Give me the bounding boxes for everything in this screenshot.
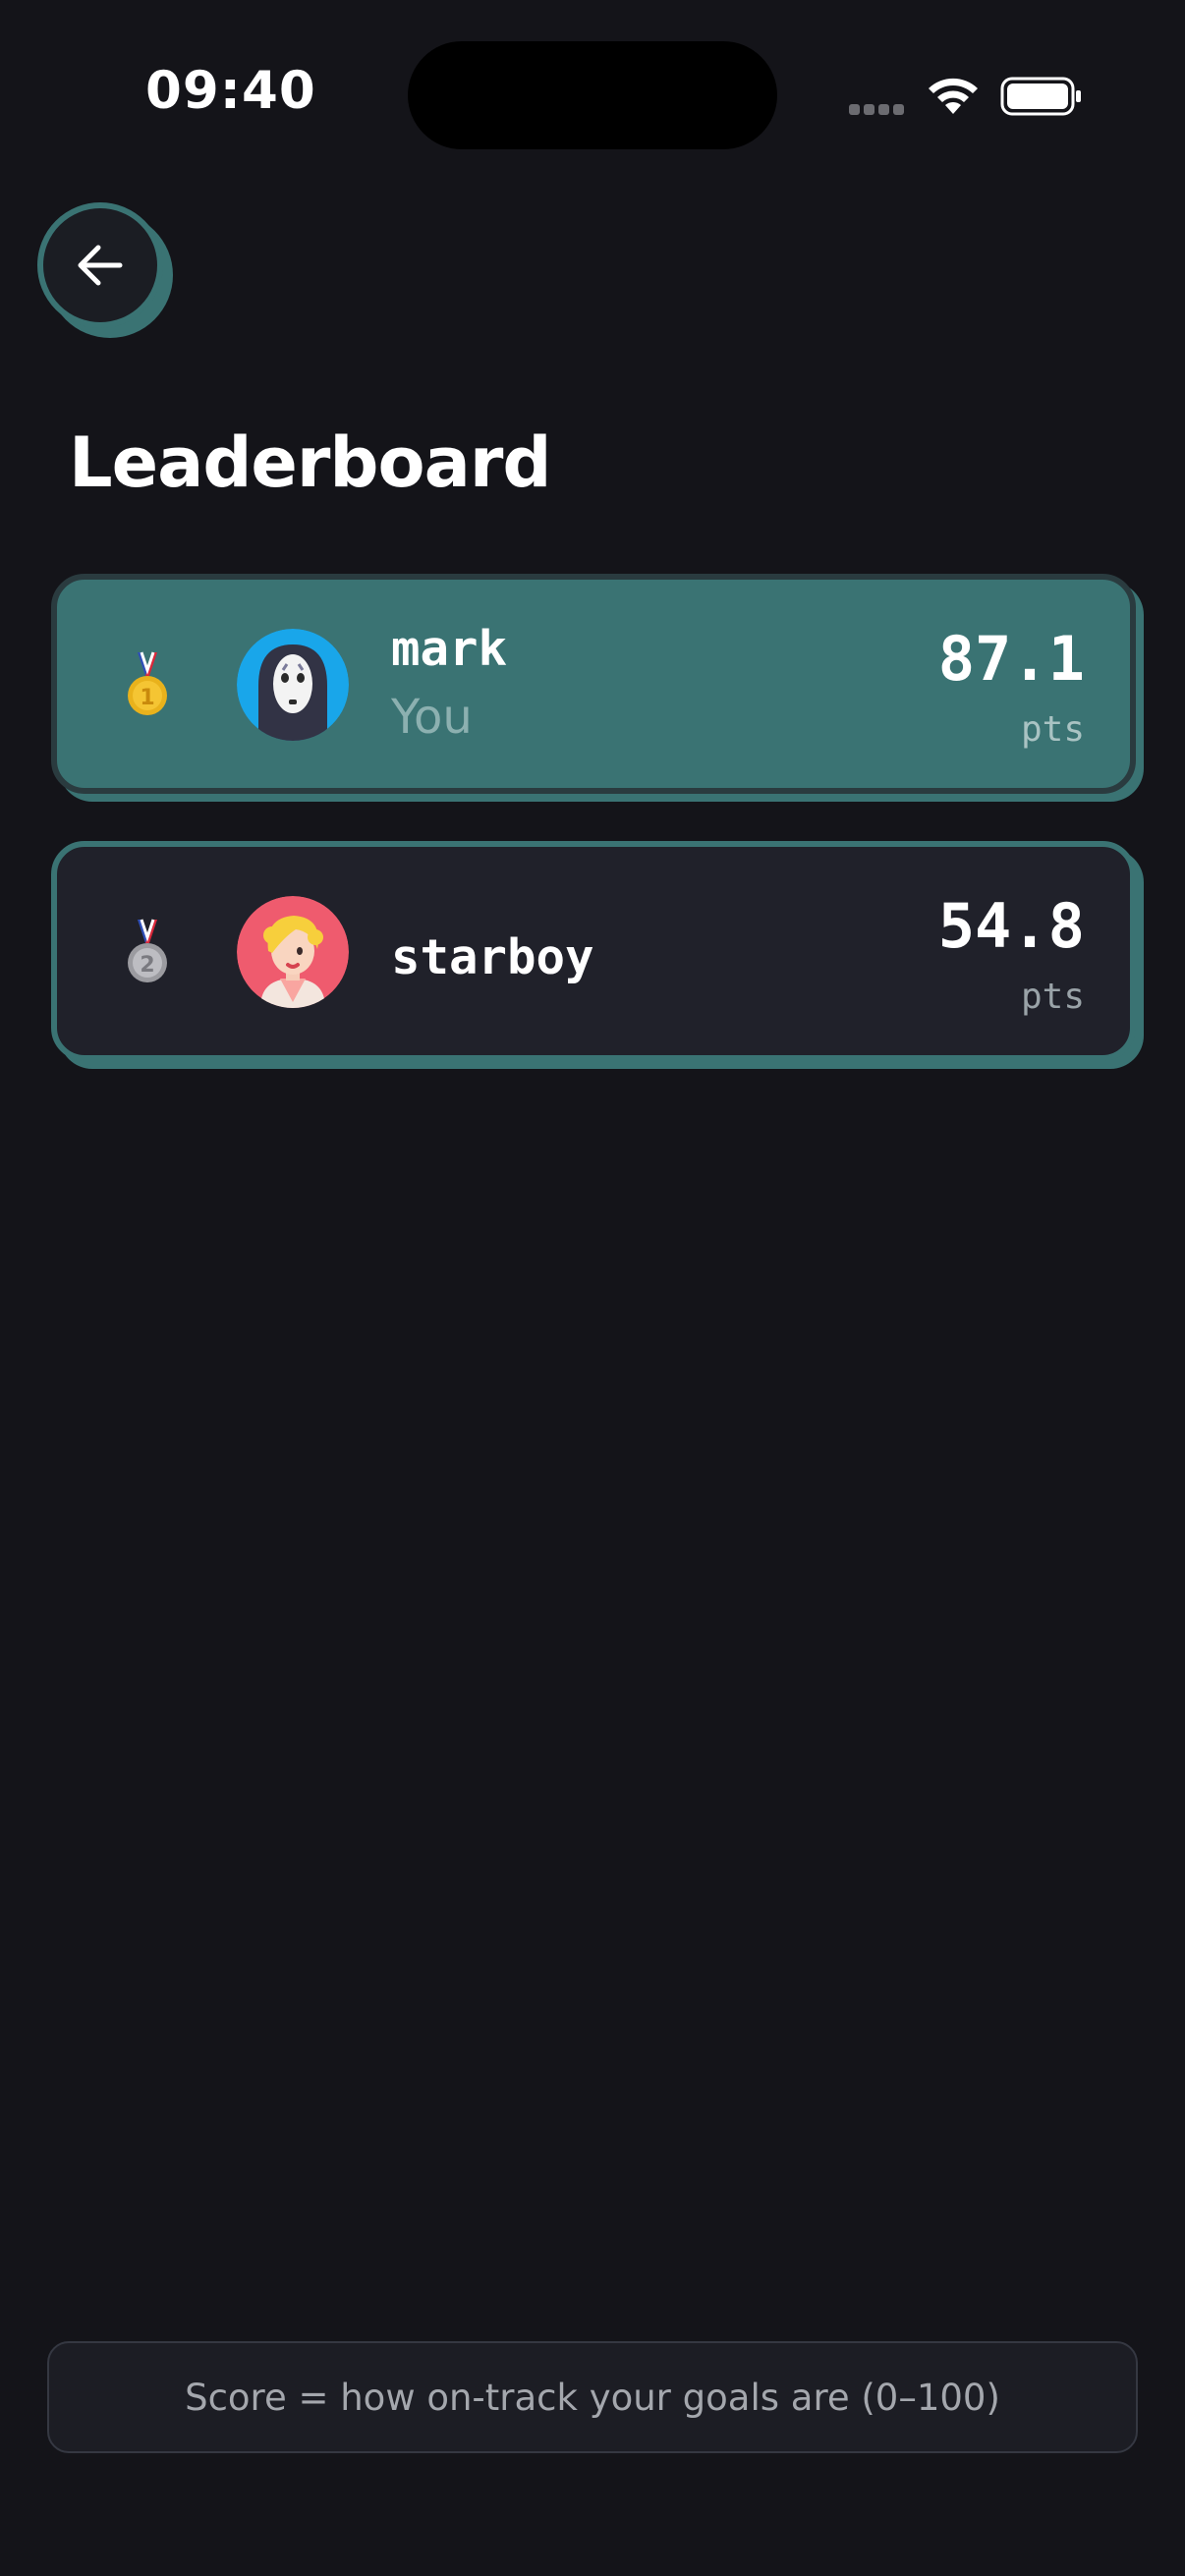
svg-text:1: 1 bbox=[140, 686, 154, 710]
svg-text:2: 2 bbox=[140, 953, 154, 978]
current-user-label: You bbox=[391, 690, 473, 745]
leaderboard-row-mark[interactable]: 1 mark You 87.1 pts bbox=[51, 574, 1136, 794]
dynamic-island bbox=[408, 41, 777, 149]
gold-medal-icon: 1 bbox=[128, 651, 167, 715]
wifi-icon bbox=[929, 78, 978, 114]
cellular-signal-icon bbox=[849, 102, 908, 120]
battery-icon bbox=[1000, 77, 1081, 116]
page-title: Leaderboard bbox=[69, 422, 551, 503]
player-score: 87.1 bbox=[937, 623, 1085, 695]
status-bar: 09:40 bbox=[0, 0, 1185, 177]
silver-medal-icon: 2 bbox=[128, 919, 167, 982]
status-time: 09:40 bbox=[145, 61, 316, 121]
player-score: 54.8 bbox=[937, 890, 1085, 962]
score-unit: pts bbox=[1020, 977, 1085, 1017]
player-name: starboy bbox=[391, 929, 594, 985]
score-explanation-note: Score = how on-track your goals are (0–1… bbox=[47, 2341, 1138, 2453]
back-button[interactable] bbox=[37, 202, 163, 328]
avatar-starboy bbox=[237, 896, 349, 1008]
player-name: mark bbox=[391, 621, 508, 677]
avatar-mark bbox=[237, 629, 349, 741]
leaderboard-row-starboy[interactable]: 2 starboy 54.8 pts bbox=[51, 841, 1136, 1061]
arrow-left-icon bbox=[78, 245, 123, 286]
score-unit: pts bbox=[1020, 709, 1085, 750]
